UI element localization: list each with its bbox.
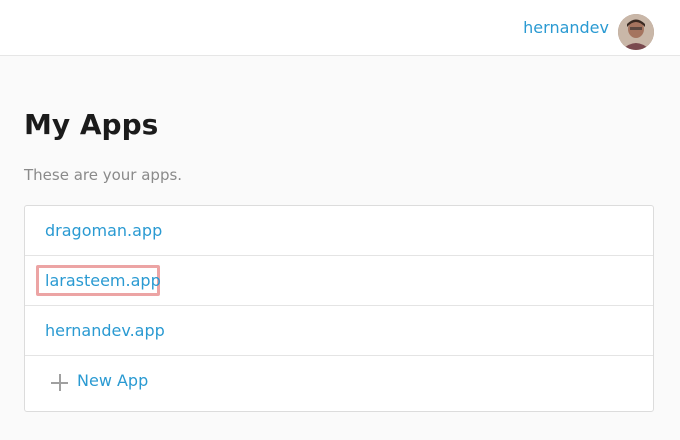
username-link[interactable]: hernandev [523, 17, 609, 39]
page-title: My Apps [24, 108, 159, 141]
app-row: hernandev.app [25, 306, 653, 356]
app-link-dragoman[interactable]: dragoman.app [45, 220, 162, 242]
avatar-image [618, 14, 654, 50]
apps-list: dragoman.app larasteem.app hernandev.app… [24, 205, 654, 412]
page-subtitle: These are your apps. [24, 166, 183, 184]
app-link-larasteem[interactable]: larasteem.app [45, 270, 161, 292]
app-row: dragoman.app [25, 206, 653, 256]
plus-icon [51, 374, 68, 391]
app-link-hernandev[interactable]: hernandev.app [45, 320, 165, 342]
top-bar: hernandev [0, 0, 680, 56]
app-row: larasteem.app [25, 256, 653, 306]
new-app-label[interactable]: New App [77, 370, 148, 392]
avatar[interactable] [618, 14, 654, 50]
